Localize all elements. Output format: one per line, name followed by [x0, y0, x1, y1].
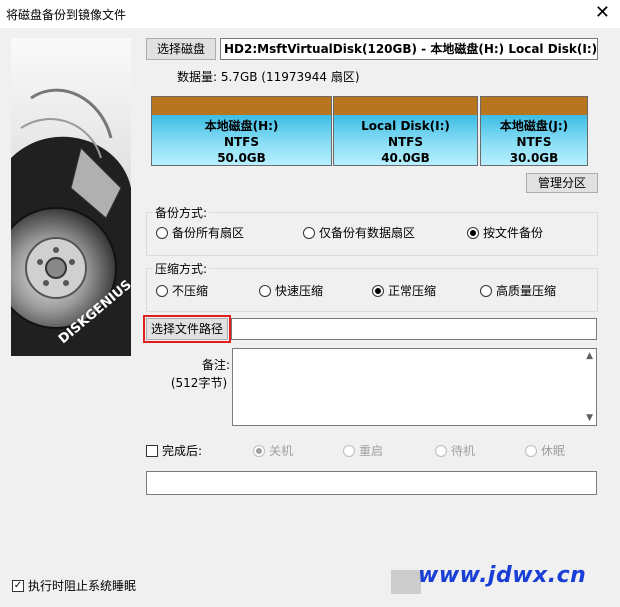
radio-restart[interactable]: 重启	[343, 442, 383, 459]
select-file-path-button[interactable]: 选择文件路径	[143, 315, 231, 343]
window-title: 将磁盘备份到镜像文件	[6, 8, 127, 22]
partition-i[interactable]: Local Disk(I:) NTFS 40.0GB	[333, 96, 478, 166]
partition-fs: NTFS	[223, 135, 260, 149]
scroll-down-icon[interactable]: ▼	[586, 413, 593, 423]
file-path-input[interactable]	[231, 318, 597, 340]
radio-shutdown[interactable]: 关机	[253, 442, 293, 459]
partition-name: Local Disk(I:)	[361, 119, 450, 133]
radio-dot	[525, 444, 537, 457]
partition-fs: NTFS	[387, 135, 424, 149]
disk-path-field: HD2:MsftVirtualDisk(120GB) - 本地磁盘(H:) Lo…	[220, 38, 598, 60]
manage-partitions-button[interactable]: 管理分区	[526, 173, 598, 193]
prevent-sleep-checkbox[interactable]: ✓ 执行时阻止系统睡眠	[12, 577, 136, 594]
radio-dot	[480, 284, 492, 297]
radio-hibernate[interactable]: 休眠	[525, 442, 565, 459]
title-bar: 将磁盘备份到镜像文件 ✕	[0, 0, 620, 28]
partition-name: 本地磁盘(J:)	[499, 119, 569, 133]
radio-dot-selected	[467, 226, 479, 239]
after-complete-checkbox[interactable]: 完成后:	[146, 442, 202, 459]
watermark-text: www.jdwx.cn	[418, 563, 587, 588]
radio-dot	[156, 226, 168, 239]
radio-backup-by-file[interactable]: 按文件备份	[467, 224, 543, 241]
select-disk-button[interactable]: 选择磁盘	[146, 38, 216, 60]
radio-dot-selected	[253, 444, 265, 457]
checkbox-checked-icon: ✓	[12, 579, 24, 592]
radio-dot	[259, 284, 271, 297]
progress-box	[146, 471, 597, 495]
radio-backup-used-sectors[interactable]: 仅备份有数据扇区	[303, 224, 415, 241]
partition-fs: NTFS	[516, 135, 552, 149]
backup-mode-legend: 备份方式:	[155, 206, 208, 220]
partition-size: 30.0GB	[509, 151, 559, 165]
radio-dot	[435, 444, 447, 457]
radio-high-compression[interactable]: 高质量压缩	[480, 282, 556, 299]
checkbox-box	[146, 444, 158, 457]
partition-size: 50.0GB	[217, 151, 266, 165]
data-size-label: 数据量: 5.7GB (11973944 扇区)	[177, 70, 360, 84]
diskgenius-logo-image: DISKGENIUS	[11, 38, 131, 356]
partition-h[interactable]: 本地磁盘(H:) NTFS 50.0GB	[151, 96, 332, 166]
radio-backup-all-sectors[interactable]: 备份所有扇区	[156, 224, 244, 241]
note-textarea[interactable]: ▲ ▼	[232, 348, 597, 426]
radio-dot-selected	[372, 284, 384, 297]
note-byte-limit: (512字节)	[170, 376, 228, 390]
note-label: 备注:	[201, 358, 230, 372]
radio-no-compression[interactable]: 不压缩	[156, 282, 208, 299]
note-scrollbar[interactable]: ▲ ▼	[580, 349, 596, 425]
radio-dot	[156, 284, 168, 297]
radio-fast-compression[interactable]: 快速压缩	[259, 282, 323, 299]
close-icon[interactable]: ✕	[595, 2, 610, 24]
radio-dot	[343, 444, 355, 457]
partition-j[interactable]: 本地磁盘(J:) NTFS 30.0GB	[480, 96, 588, 166]
radio-normal-compression[interactable]: 正常压缩	[372, 282, 436, 299]
radio-dot	[303, 226, 315, 239]
partition-size: 40.0GB	[381, 151, 430, 165]
scroll-up-icon[interactable]: ▲	[586, 351, 593, 361]
start-button[interactable]	[391, 570, 421, 594]
partition-name: 本地磁盘(H:)	[204, 119, 279, 133]
compression-legend: 压缩方式:	[155, 262, 208, 276]
radio-standby[interactable]: 待机	[435, 442, 475, 459]
